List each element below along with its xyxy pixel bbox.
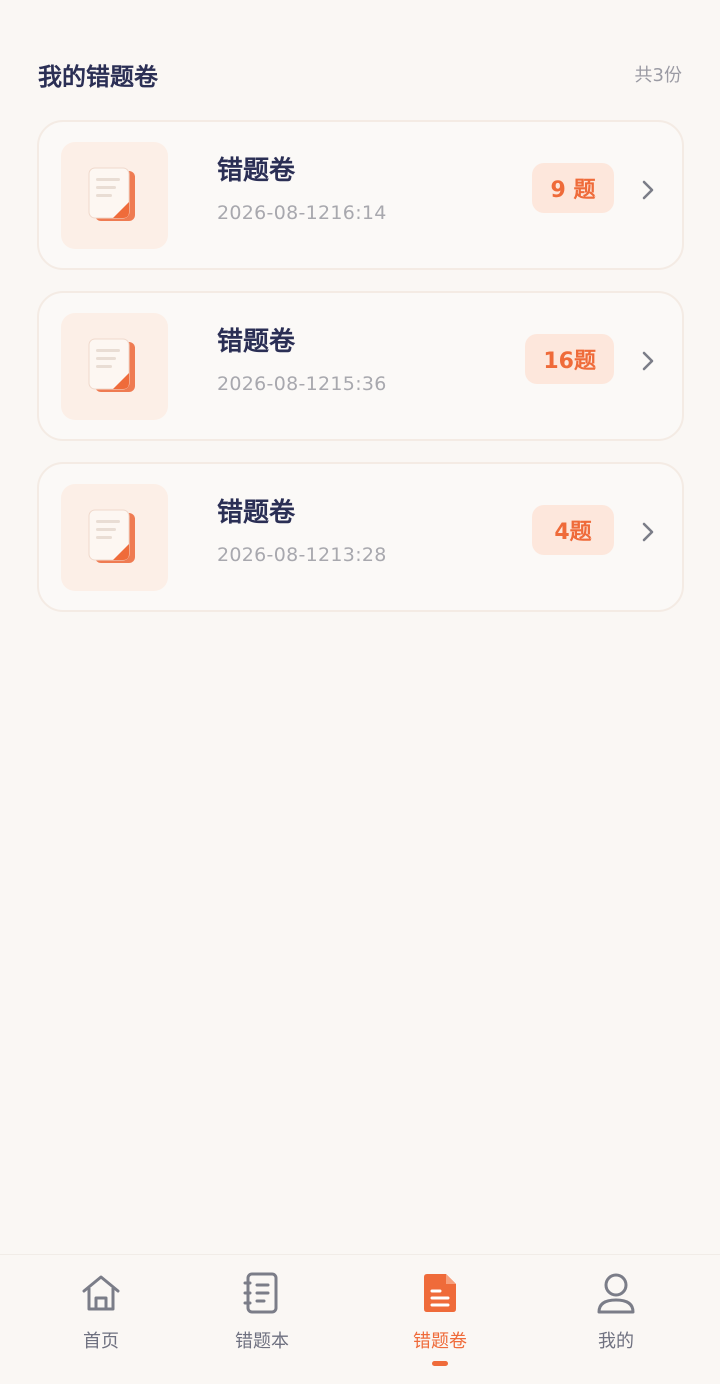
paper-document-icon: [88, 509, 135, 563]
paper-info: 错题卷 2026-08-1216:14: [217, 150, 387, 224]
paper-document-icon: [88, 167, 135, 221]
paper-card[interactable]: 错题卷 2026-08-1213:28 4题: [37, 462, 684, 612]
paper-count: 共3份: [634, 65, 682, 86]
paper-thumbnail: [61, 313, 168, 420]
paper-date: 2026-08-1215:36: [217, 373, 387, 395]
tab-label: 错题本: [235, 1331, 289, 1352]
tab-home[interactable]: 首页: [41, 1269, 161, 1369]
paper-thumbnail: [61, 484, 168, 591]
paper-info: 错题卷 2026-08-1215:36: [217, 321, 387, 395]
paper-date: 2026-08-1216:14: [217, 202, 387, 224]
paper-thumbnail: [61, 142, 168, 249]
notebook-icon: [238, 1269, 286, 1317]
paper-card[interactable]: 错题卷 2026-08-1216:14 9 题: [37, 120, 684, 270]
paper-title: 错题卷: [217, 498, 296, 528]
paper-info: 错题卷 2026-08-1213:28: [217, 492, 387, 566]
paper-date: 2026-08-1213:28: [217, 544, 387, 566]
chevron-right-icon: [642, 351, 654, 371]
page: 我的错题卷 共3份 错题卷 2026-08-1216:14 9 题 错题卷 20…: [0, 0, 720, 1384]
user-icon: [592, 1269, 640, 1317]
tab-notebook[interactable]: 错题本: [202, 1269, 322, 1369]
question-count-badge: 4题: [532, 505, 614, 555]
paper-card[interactable]: 错题卷 2026-08-1215:36 16题: [37, 291, 684, 441]
paper-title: 错题卷: [217, 156, 296, 186]
home-icon: [77, 1269, 125, 1317]
bottom-tab-bar: 首页 错题本 错题卷 我的: [0, 1254, 720, 1384]
tab-label: 首页: [83, 1331, 119, 1352]
tab-profile[interactable]: 我的: [556, 1269, 676, 1369]
chevron-right-icon: [642, 180, 654, 200]
paper-document-icon: [88, 338, 135, 392]
document-icon: [416, 1269, 464, 1317]
header: 我的错题卷 共3份: [38, 56, 682, 92]
tab-label: 我的: [598, 1331, 634, 1352]
paper-list: 错题卷 2026-08-1216:14 9 题 错题卷 2026-08-1215…: [37, 120, 684, 633]
question-count-badge: 9 题: [532, 163, 614, 213]
active-tab-indicator: [432, 1361, 448, 1366]
tab-papers[interactable]: 错题卷: [380, 1269, 500, 1369]
page-title: 我的错题卷: [38, 62, 158, 91]
question-count-badge: 16题: [525, 334, 614, 384]
chevron-right-icon: [642, 522, 654, 542]
paper-title: 错题卷: [217, 327, 296, 357]
tab-label: 错题卷: [413, 1331, 467, 1352]
